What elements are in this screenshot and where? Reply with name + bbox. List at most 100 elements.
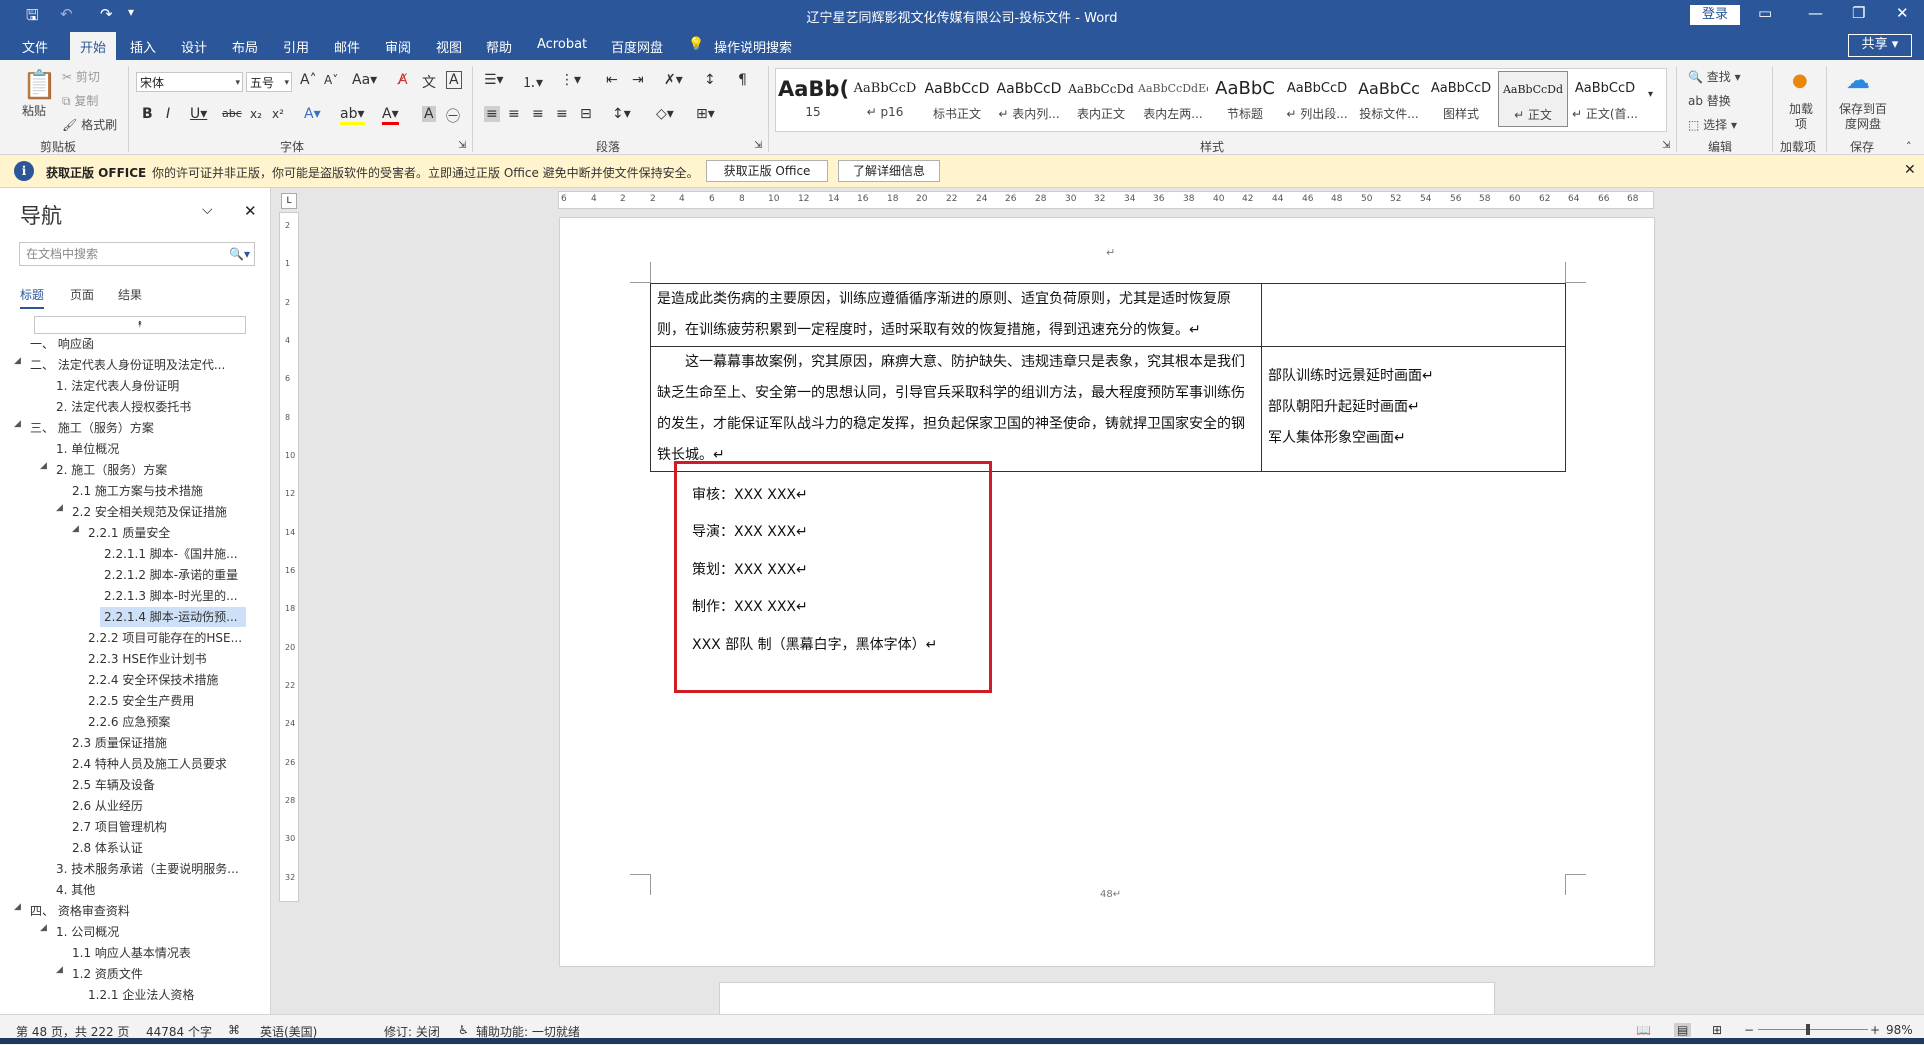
font-dialog-launcher-icon[interactable]: ⇲ (458, 140, 466, 151)
underline-icon[interactable]: U▾ (190, 106, 207, 122)
decrease-indent-icon[interactable]: ⇤ (606, 72, 618, 88)
table-cell[interactable]: 这一幕幕事故案例，究其原因，麻痹大意、防护缺失、违规违章只是表象，究其根本是我们… (650, 346, 1262, 472)
expand-toggle-icon[interactable]: ◢ (56, 965, 63, 975)
cut-button[interactable]: ✂ 剪切 (62, 68, 100, 85)
tab-layout[interactable]: 布局 (232, 37, 258, 56)
close-warning-icon[interactable]: ✕ (1904, 162, 1916, 178)
grow-font-icon[interactable]: A˄ (300, 72, 317, 88)
nav-heading-item[interactable]: 2.5 车辆及设备 (72, 775, 155, 795)
style-tile[interactable]: AaBb(15 (778, 71, 848, 127)
nav-tab-pages[interactable]: 页面 (70, 286, 94, 303)
style-tile[interactable]: AaBbCcD ↵ 正文(首... (1570, 71, 1640, 127)
chinese-layout-icon[interactable]: ✗▾ (664, 72, 683, 88)
nav-heading-item[interactable]: 2.2.1 质量安全 (88, 523, 170, 543)
tab-review[interactable]: 审阅 (385, 37, 411, 56)
style-tile[interactable]: AaBbCcDdEe 表内左两... (1138, 71, 1208, 127)
style-tile[interactable]: AaBbCcD ↵ 列出段... (1282, 71, 1352, 127)
strikethrough-icon[interactable]: abc (222, 107, 242, 120)
expand-toggle-icon[interactable]: ◢ (40, 461, 47, 471)
table-cell[interactable]: 部队训练时远景延时画面↵ 部队朝阳升起延时画面↵ 军人集体形象空画面↵ (1261, 346, 1566, 472)
styles-dialog-launcher-icon[interactable]: ⇲ (1662, 140, 1670, 151)
zoom-slider[interactable] (1758, 1029, 1868, 1030)
tab-mailings[interactable]: 邮件 (334, 37, 360, 56)
italic-icon[interactable]: I (166, 106, 170, 122)
collapse-ribbon-icon[interactable]: ˄ (1906, 140, 1912, 153)
clear-format-icon[interactable]: A̸ (398, 72, 408, 88)
login-button[interactable]: 登录 (1690, 5, 1740, 25)
subscript-icon[interactable]: x₂ (250, 107, 262, 121)
get-genuine-office-button[interactable]: 获取正版 Office (706, 160, 828, 182)
nav-heading-item[interactable]: 2.2 安全相关规范及保证措施 (72, 502, 227, 522)
multilevel-list-icon[interactable]: ⋮▾ (560, 72, 581, 88)
style-tile[interactable]: AaBbCc 投标文件... (1354, 71, 1424, 127)
nav-heading-item[interactable]: 2.6 从业经历 (72, 796, 143, 816)
tab-view[interactable]: 视图 (436, 37, 462, 56)
baidu-cloud-icon[interactable]: ☁ (1846, 66, 1870, 94)
table-cell[interactable]: 是造成此类伤病的主要原因，训练应遵循循序渐进的原则、适宜负荷原则，尤其是适时恢复… (650, 283, 1262, 347)
justify-icon[interactable]: ≡ (556, 106, 568, 122)
nav-tab-headings[interactable]: 标题 (20, 286, 45, 309)
zoom-level[interactable]: 98% (1886, 1023, 1913, 1037)
table-cell[interactable] (1261, 283, 1566, 347)
style-tile[interactable]: AaBbC 节标题 (1210, 71, 1280, 127)
nav-scroll-up-icon[interactable]: ⯭ (34, 316, 246, 334)
expand-toggle-icon[interactable]: ◢ (14, 356, 21, 366)
nav-heading-item[interactable]: 3. 技术服务承诺（主要说明服务... (56, 859, 239, 879)
tab-file[interactable]: 文件 (22, 37, 48, 56)
nav-heading-item[interactable]: 2.3 质量保证措施 (72, 733, 167, 753)
bullets-icon[interactable]: ☰▾ (484, 72, 504, 88)
tab-design[interactable]: 设计 (181, 37, 207, 56)
paste-button[interactable]: 粘贴 (22, 102, 46, 119)
borders-icon[interactable]: ⊞▾ (696, 106, 715, 122)
select-button[interactable]: ⬚ 选择 ▾ (1688, 116, 1737, 133)
paste-icon[interactable]: 📋 (22, 68, 57, 101)
distributed-icon[interactable]: ⊟ (580, 106, 592, 122)
nav-heading-item[interactable]: 2. 施工（服务）方案 (56, 460, 167, 480)
font-color-icon[interactable]: A▾ (382, 106, 399, 125)
read-mode-icon[interactable]: 📖 (1636, 1023, 1651, 1037)
bold-icon[interactable]: B (142, 106, 153, 122)
align-right-icon[interactable]: ≡ (532, 106, 544, 122)
format-painter-button[interactable]: 🖌 格式刷 (62, 116, 117, 133)
search-icon[interactable]: 🔍▾ (229, 243, 250, 265)
nav-heading-item[interactable]: 1. 单位概况 (56, 439, 119, 459)
close-nav-icon[interactable]: ✕ (244, 202, 257, 220)
nav-heading-item[interactable]: 2.8 体系认证 (72, 838, 143, 858)
text-effects-icon[interactable]: A▾ (304, 106, 321, 122)
ribbon-display-icon[interactable]: ▭ (1758, 4, 1772, 22)
char-border-icon[interactable]: A (446, 71, 462, 89)
nav-heading-item[interactable]: 2.2.6 应急预案 (88, 712, 170, 732)
nav-heading-item[interactable]: 2.2.1.1 脚本-《国井施... (104, 544, 238, 564)
nav-heading-item[interactable]: 1.1 响应人基本情况表 (72, 943, 191, 963)
close-icon[interactable]: ✕ (1896, 4, 1909, 22)
copy-button[interactable]: ⧉ 复制 (62, 92, 98, 109)
superscript-icon[interactable]: x² (272, 107, 284, 121)
nav-heading-item[interactable]: 2.2.4 安全环保技术措施 (88, 670, 218, 690)
sort-icon[interactable]: ↕ (704, 72, 716, 88)
style-tile[interactable]: AaBbCcD ↵ p16 (850, 71, 920, 127)
zoom-in-icon[interactable]: + (1870, 1023, 1880, 1037)
minimize-icon[interactable]: — (1808, 4, 1823, 22)
nav-heading-item[interactable]: 1. 公司概况 (56, 922, 119, 942)
tell-me-search[interactable]: 操作说明搜索 (714, 37, 792, 56)
enclose-char-icon[interactable]: ㊀ (446, 106, 460, 126)
nav-heading-item[interactable]: 2.7 项目管理机构 (72, 817, 167, 837)
tab-insert[interactable]: 插入 (130, 37, 156, 56)
nav-search-input[interactable]: 在文档中搜索 🔍▾ (19, 242, 255, 266)
nav-heading-item[interactable]: 2.1 施工方案与技术措施 (72, 481, 203, 501)
show-marks-icon[interactable]: ¶ (738, 72, 747, 88)
nav-heading-item[interactable]: 1.2.1 企业法人资格 (88, 985, 194, 1005)
print-layout-icon[interactable]: ▤ (1674, 1023, 1692, 1037)
web-layout-icon[interactable]: ⊞ (1712, 1023, 1722, 1037)
phonetic-guide-icon[interactable]: 文 (422, 72, 436, 92)
tab-baidu[interactable]: 百度网盘 (611, 37, 663, 56)
nav-heading-item[interactable]: 一、 响应函 (30, 334, 94, 354)
tab-acrobat[interactable]: Acrobat (537, 37, 587, 52)
share-button[interactable]: 共享 ▾ (1848, 34, 1912, 57)
nav-heading-item[interactable]: 2.4 特种人员及施工人员要求 (72, 754, 227, 774)
style-tile[interactable]: AaBbCcDd 表内正文 (1066, 71, 1136, 127)
nav-tab-results[interactable]: 结果 (118, 286, 142, 303)
expand-toggle-icon[interactable]: ◢ (40, 923, 47, 933)
style-tile[interactable]: AaBbCcD 图样式 (1426, 71, 1496, 127)
nav-heading-item[interactable]: 1. 法定代表人身份证明 (56, 376, 179, 396)
